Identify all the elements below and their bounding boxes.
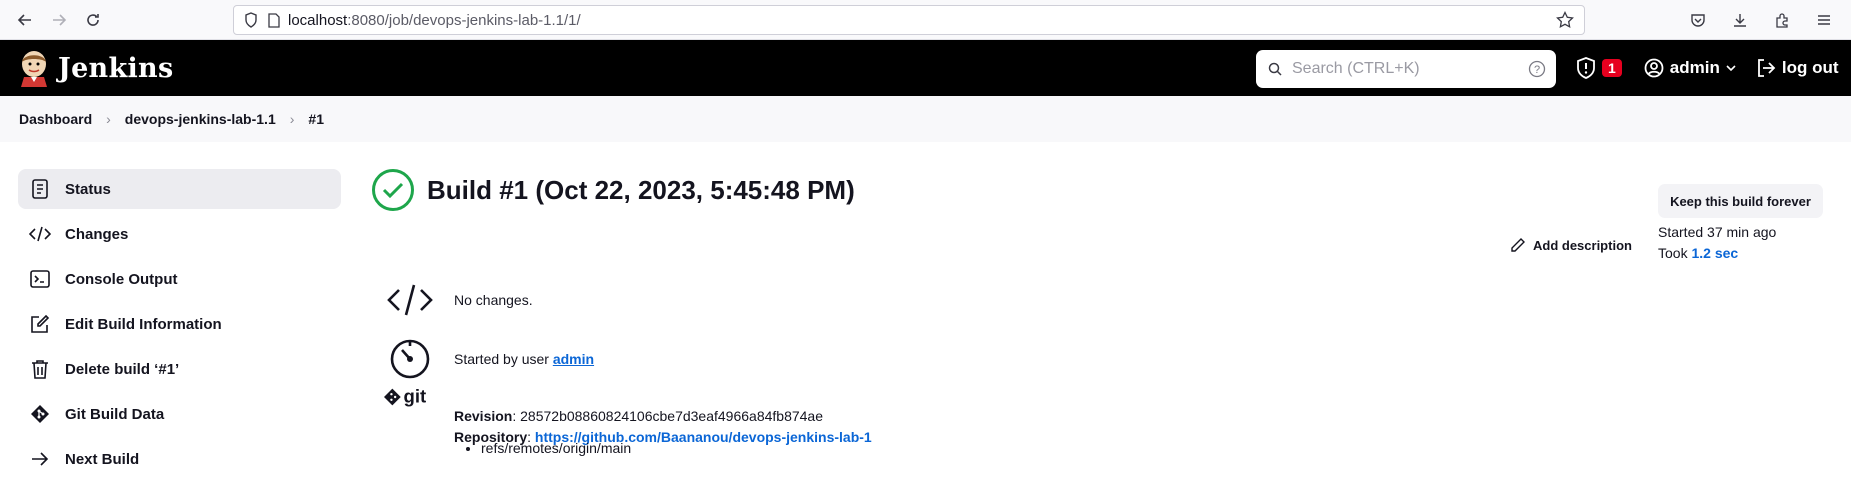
build-timing: Started 37 min ago Took 1.2 sec	[1658, 222, 1776, 264]
code-icon	[384, 282, 436, 318]
started-text: Started 37 min ago	[1658, 224, 1777, 240]
pencil-icon	[1510, 237, 1526, 253]
breadcrumb: Dashboard › devops-jenkins-lab-1.1 › #1	[0, 96, 1851, 142]
code-icon	[29, 223, 51, 245]
security-alert[interactable]: 1	[1576, 57, 1622, 79]
svg-text:?: ?	[1534, 64, 1540, 76]
took-text: Took 1.2 sec	[1658, 245, 1739, 261]
shield-icon	[244, 12, 258, 28]
extensions-icon[interactable]	[1765, 5, 1799, 35]
sidebar-item-changes[interactable]: Changes	[18, 214, 341, 254]
breadcrumb-build[interactable]: #1	[308, 111, 324, 127]
reload-icon[interactable]	[76, 5, 110, 35]
sidebar: Status Changes Console Output Edit Build…	[18, 169, 341, 484]
changes-row: No changes.	[384, 282, 533, 318]
started-by-text: Started by user admin	[454, 351, 595, 367]
page-icon	[268, 12, 280, 28]
started-by-row: Started by user admin	[384, 338, 594, 380]
status-icon	[29, 178, 51, 200]
duration-link[interactable]: 1.2 sec	[1691, 245, 1738, 261]
main-content: Status Changes Console Output Edit Build…	[0, 142, 1851, 501]
git-icon	[29, 403, 51, 425]
url-text: localhost:8080/job/devops-jenkins-lab-1.…	[288, 11, 581, 29]
sidebar-item-label: Delete build ‘#1’	[65, 360, 180, 378]
keep-build-forever-button[interactable]: Keep this build forever	[1658, 184, 1823, 218]
sidebar-item-git-build-data[interactable]: Git Build Data	[18, 394, 341, 434]
logout-label: log out	[1781, 58, 1839, 77]
address-bar[interactable]: localhost:8080/job/devops-jenkins-lab-1.…	[233, 5, 1585, 35]
sidebar-item-label: Changes	[65, 225, 129, 243]
sidebar-item-label: Next Build	[65, 450, 140, 468]
search-box[interactable]: ?	[1256, 50, 1556, 88]
browser-actions	[1681, 5, 1841, 35]
sidebar-item-next-build[interactable]: Next Build	[18, 439, 341, 479]
jenkins-logo[interactable]: Jenkins	[18, 48, 173, 88]
breadcrumb-dashboard[interactable]: Dashboard	[19, 111, 92, 127]
brand-name: Jenkins	[58, 52, 174, 84]
refs-list: refs/remotes/origin/main	[481, 440, 631, 456]
pocket-icon[interactable]	[1681, 5, 1715, 35]
sidebar-item-status[interactable]: Status	[18, 169, 341, 209]
revision-hash: 28572b08860824106cbe7d3eaf4966a84fb874ae	[520, 408, 824, 424]
page-title: Build #1 (Oct 22, 2023, 5:45:48 PM)	[427, 174, 855, 205]
add-description-button[interactable]: Add description	[1510, 237, 1632, 253]
bookmark-star-icon[interactable]	[1556, 10, 1574, 34]
sidebar-item-delete-build[interactable]: Delete build ‘#1’	[18, 349, 341, 389]
success-check-icon	[371, 168, 415, 212]
chevron-right-icon: ›	[106, 111, 111, 127]
download-icon[interactable]	[1723, 5, 1757, 35]
add-description-label: Add description	[1533, 237, 1632, 253]
help-icon[interactable]: ?	[1528, 60, 1546, 78]
sidebar-item-label: Status	[65, 180, 111, 198]
shield-alert-icon	[1576, 57, 1596, 79]
edit-icon	[29, 313, 51, 335]
sidebar-item-edit-build-information[interactable]: Edit Build Information	[18, 304, 341, 344]
sidebar-item-label: Git Build Data	[65, 405, 165, 423]
browser-toolbar: localhost:8080/job/devops-jenkins-lab-1.…	[0, 0, 1851, 40]
user-name: admin	[1669, 58, 1720, 77]
user-menu[interactable]: admin	[1644, 58, 1736, 78]
logout-icon	[1756, 58, 1776, 78]
search-input[interactable]	[1292, 60, 1512, 78]
back-icon[interactable]	[8, 5, 42, 35]
user-link[interactable]: admin	[553, 351, 594, 367]
arrow-right-icon	[29, 448, 51, 470]
jenkins-header: Jenkins ? 1 admin	[0, 40, 1851, 96]
chevron-right-icon: ›	[289, 111, 295, 127]
search-icon	[1268, 62, 1282, 76]
timer-icon	[384, 338, 436, 380]
breadcrumb-job[interactable]: devops-jenkins-lab-1.1	[125, 111, 276, 127]
sidebar-item-label: Edit Build Information	[65, 315, 222, 333]
user-icon	[1644, 58, 1664, 78]
trash-icon	[29, 358, 51, 380]
chevron-down-icon	[1726, 64, 1736, 72]
alert-count-badge: 1	[1602, 59, 1622, 77]
build-title-row: Build #1 (Oct 22, 2023, 5:45:48 PM)	[371, 168, 855, 212]
header-actions: 1 admin log out	[1576, 40, 1839, 96]
git-row: git	[384, 382, 436, 412]
terminal-icon	[29, 268, 51, 290]
forward-icon[interactable]	[42, 5, 76, 35]
changes-text: No changes.	[454, 292, 533, 308]
sidebar-item-label: Console Output	[65, 270, 178, 288]
menu-icon[interactable]	[1807, 5, 1841, 35]
git-logo-icon: git	[384, 382, 436, 412]
svg-text:git: git	[404, 386, 427, 407]
logout-link[interactable]: log out	[1756, 58, 1839, 78]
sidebar-item-console-output[interactable]: Console Output	[18, 259, 341, 299]
revision-line: Revision: 28572b08860824106cbe7d3eaf4966…	[454, 408, 824, 424]
jenkins-butler-icon	[18, 48, 50, 88]
list-item: refs/remotes/origin/main	[481, 440, 631, 456]
